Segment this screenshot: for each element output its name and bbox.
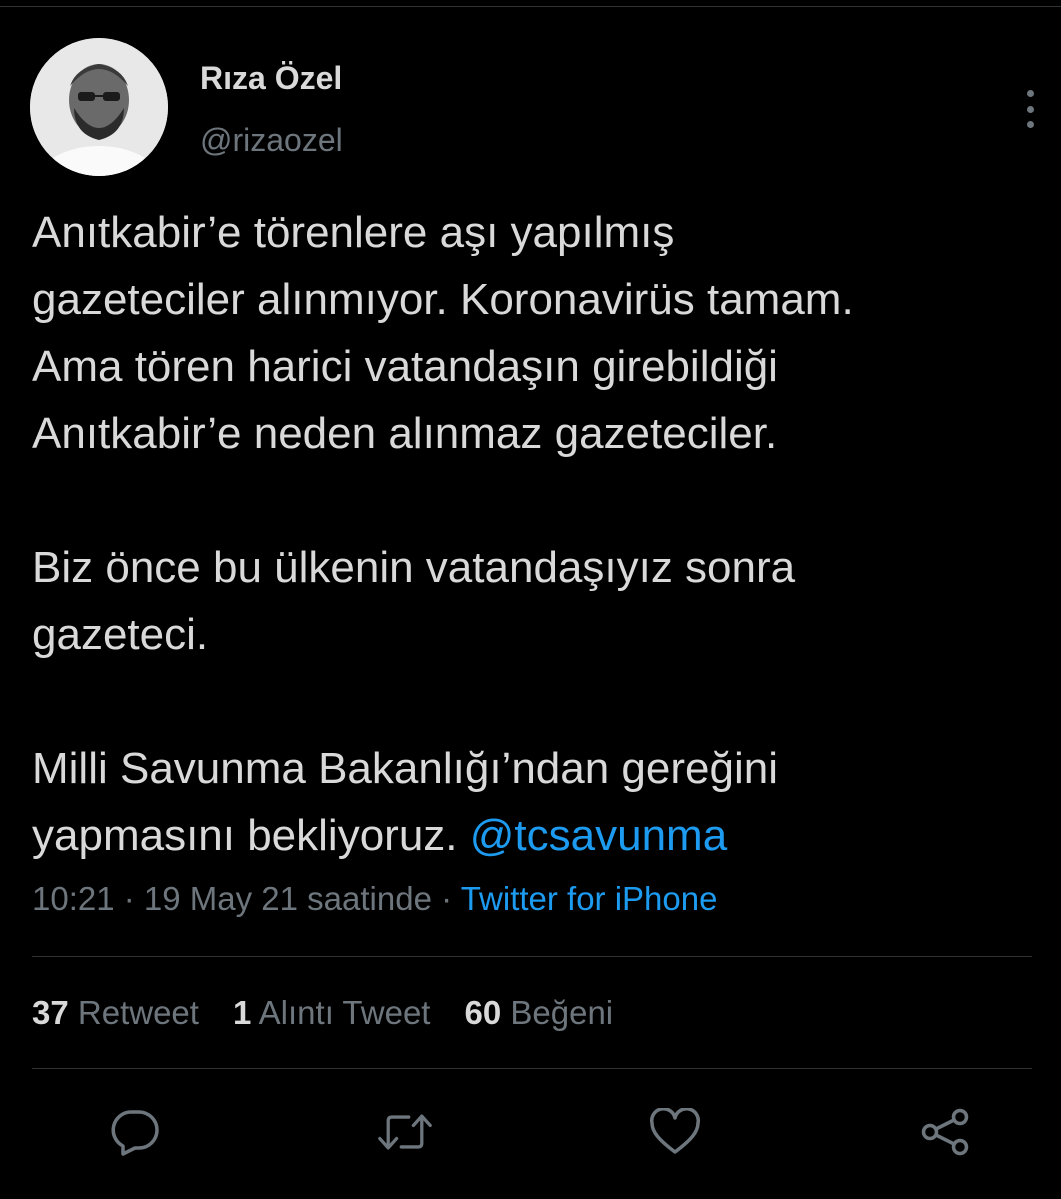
tweet-line: Milli Savunma Bakanlığı’ndan gereğini <box>32 744 778 793</box>
share-button[interactable] <box>917 1104 973 1160</box>
like-count-label: Beğeni <box>501 994 614 1031</box>
mention-link[interactable]: @tcsavunma <box>470 811 727 860</box>
share-icon <box>921 1108 969 1156</box>
tweet-stats: 37 Retweet 1 Alıntı Tweet 60 Beğeni <box>32 994 613 1032</box>
reply-icon <box>111 1110 159 1156</box>
like-button[interactable] <box>647 1104 703 1160</box>
divider <box>32 1068 1032 1069</box>
quote-count-label: Alıntı Tweet <box>251 994 431 1031</box>
tweet-line: Anıtkabir’e törenlere aşı yapılmış <box>32 208 675 257</box>
retweet-count[interactable]: 37 Retweet <box>32 994 199 1032</box>
more-dot-icon <box>1026 90 1034 97</box>
meta-separator: · <box>114 880 144 917</box>
divider <box>32 956 1032 957</box>
avatar-photo <box>30 38 168 176</box>
quote-count[interactable]: 1 Alıntı Tweet <box>233 994 431 1032</box>
tweet-line: gazeteci. <box>32 610 209 659</box>
like-icon <box>649 1108 701 1154</box>
like-count-value: 60 <box>464 994 502 1031</box>
avatar[interactable] <box>30 38 168 176</box>
more-dot-icon <box>1026 121 1034 128</box>
more-options-button[interactable] <box>1016 90 1044 128</box>
meta-separator: · <box>431 880 461 917</box>
tweet-source-link[interactable]: Twitter for iPhone <box>461 880 718 917</box>
retweet-count-label: Retweet <box>68 994 199 1031</box>
reply-button[interactable] <box>107 1104 163 1160</box>
tweet-line-with-mention: yapmasını bekliyoruz. @tcsavunma <box>32 802 1032 869</box>
more-dot-icon <box>1026 105 1034 113</box>
tweet-line: Biz önce bu ülkenin vatandaşıyız sonra <box>32 543 796 592</box>
tweet-meta: 10:21 · 19 May 21 saatinde · Twitter for… <box>32 880 717 918</box>
top-divider <box>0 6 1061 7</box>
retweet-count-value: 37 <box>32 994 69 1031</box>
tweet-line: Ama tören harici vatandaşın girebildiği <box>32 342 778 391</box>
tweet-line: gazeteciler alınmıyor. Koronavirüs tamam… <box>32 275 854 324</box>
quote-count-value: 1 <box>232 994 252 1031</box>
tweet-line: Anıtkabir’e neden alınmaz gazeteciler. <box>32 409 778 458</box>
tweet-time: 10:21 <box>32 880 115 917</box>
tweet-date: 19 May 21 saatinde <box>143 880 432 917</box>
retweet-icon <box>378 1114 432 1150</box>
retweet-button[interactable] <box>377 1104 433 1160</box>
tweet-line-text: yapmasını bekliyoruz. <box>32 811 470 860</box>
author-handle[interactable]: @rizaozel <box>200 122 343 159</box>
tweet-text: Anıtkabir’e törenlere aşı yapılmış gazet… <box>32 199 1032 869</box>
like-count[interactable]: 60 Beğeni <box>464 994 613 1032</box>
author-name[interactable]: Rıza Özel <box>200 60 342 97</box>
